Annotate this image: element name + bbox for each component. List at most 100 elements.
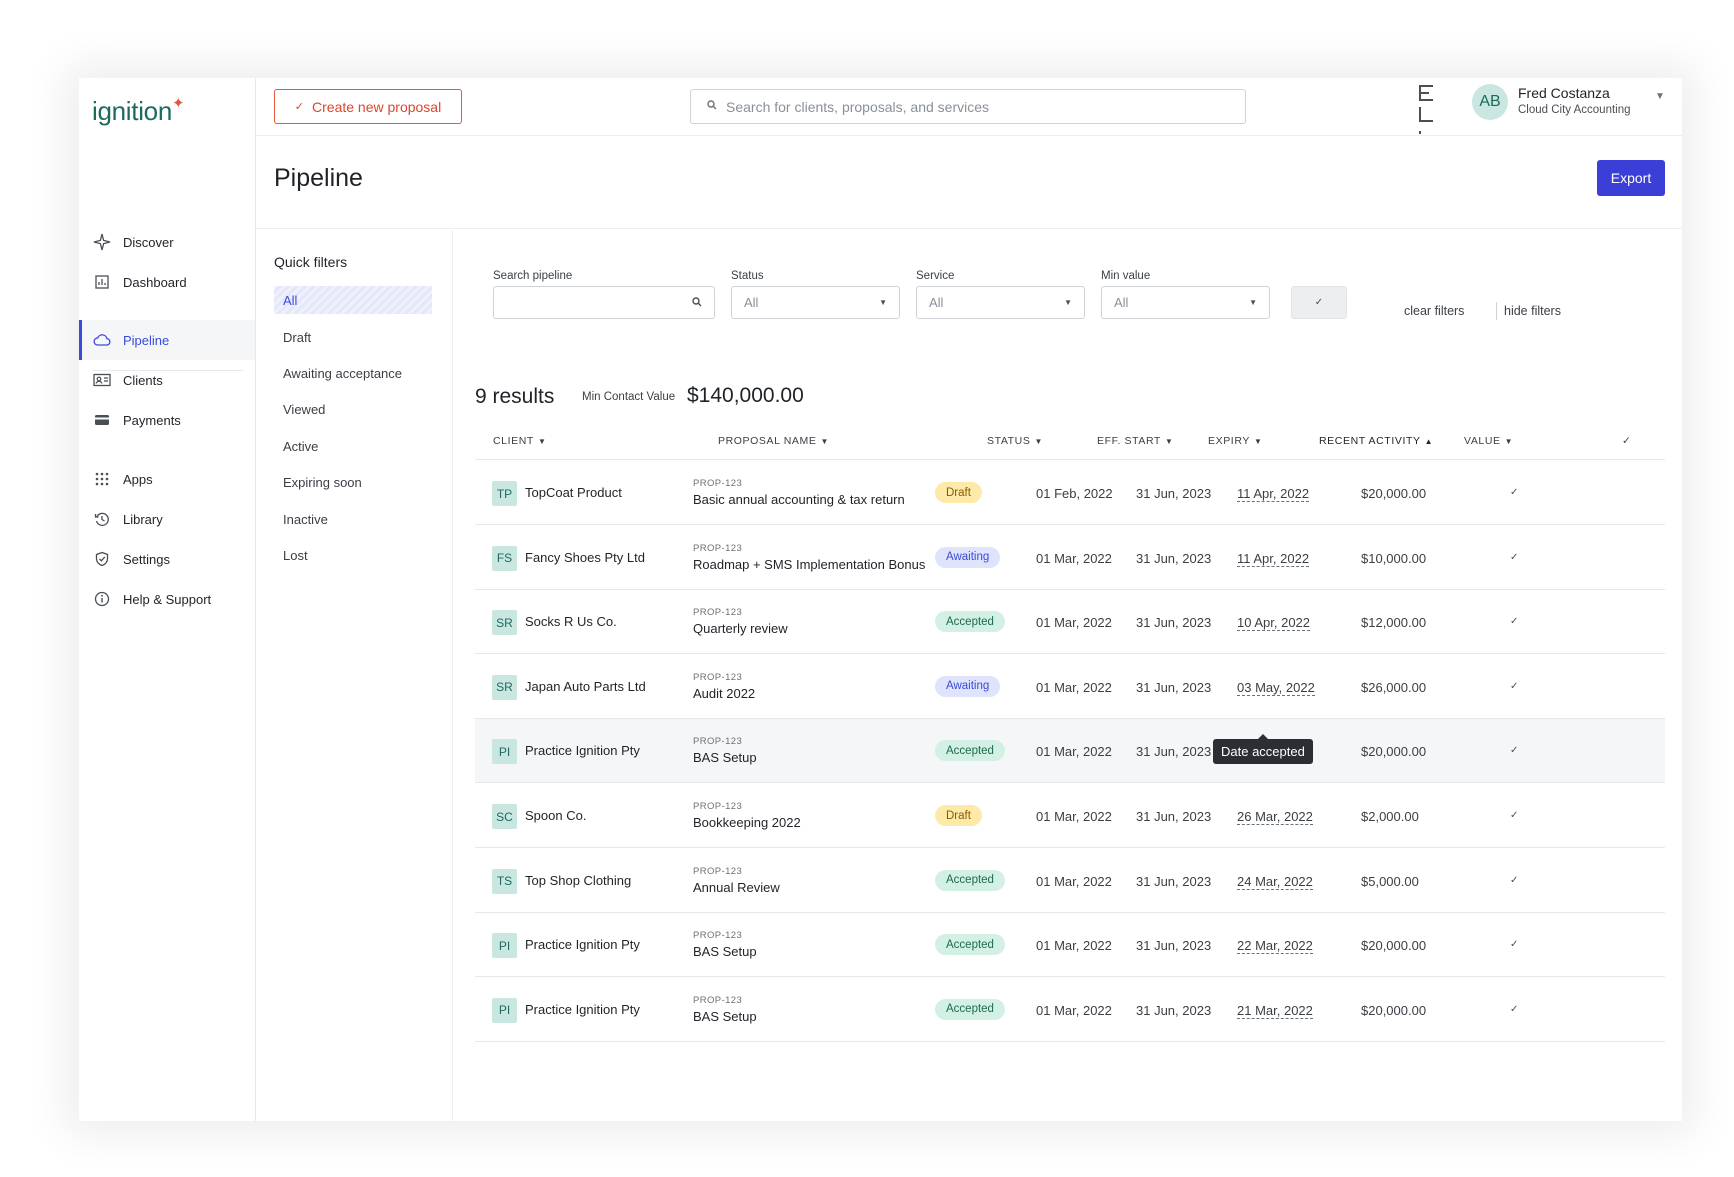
create-proposal-button[interactable]: ✓ Create new proposal (274, 89, 462, 124)
sidebar-item-pipeline[interactable]: Pipeline (79, 320, 255, 360)
client-initials-avatar: TS (492, 868, 517, 894)
proposal-name[interactable]: Basic annual accounting & tax return (693, 492, 905, 507)
quick-filter-expiring[interactable]: Expiring soon (274, 468, 432, 496)
sidebar-item-payments[interactable]: Payments (79, 400, 255, 440)
service-filter-select[interactable]: All ▼ (916, 286, 1085, 319)
row-check-icon[interactable]: ✓ (1510, 681, 1518, 692)
proposal-name[interactable]: BAS Setup (693, 1009, 757, 1024)
quick-filter-lost[interactable]: Lost (274, 541, 432, 569)
pipeline-main: Search pipeline Status All ▼ Service All… (454, 230, 1682, 1121)
table-row[interactable]: PI Practice Ignition Pty PROP-123 BAS Setup… (475, 913, 1665, 978)
proposal-name[interactable]: Bookkeeping 2022 (693, 815, 801, 830)
quick-filters-title: Quick filters (274, 254, 348, 270)
sidebar-item-dashboard[interactable]: Dashboard (79, 262, 255, 302)
proposal-name[interactable]: Annual Review (693, 880, 780, 895)
quick-filter-draft[interactable]: Draft (274, 323, 432, 351)
info-icon (93, 590, 111, 608)
row-check-icon[interactable]: ✓ (1510, 1004, 1518, 1015)
column-expiry[interactable]: EXPIRY ▼ (1208, 435, 1262, 447)
chevron-down-icon: ▼ (1504, 437, 1514, 446)
row-check-icon[interactable]: ✓ (1510, 939, 1518, 950)
column-client[interactable]: CLIENT ▼ (493, 435, 546, 447)
quick-filter-awaiting[interactable]: Awaiting acceptance (274, 359, 432, 387)
sidebar-item-label: Help & Support (123, 591, 212, 607)
column-value[interactable]: VALUE ▼ (1464, 435, 1513, 447)
proposal-name[interactable]: Roadmap + SMS Implementation Bonus (693, 557, 925, 572)
sidebar-item-label: Clients (123, 372, 163, 388)
client-name[interactable]: Japan Auto Parts Ltd (525, 679, 646, 694)
proposal-name[interactable]: BAS Setup (693, 944, 757, 959)
table-row[interactable]: PI Practice Ignition Pty PROP-123 BAS Setup… (475, 719, 1665, 784)
client-name[interactable]: Practice Ignition Pty (525, 937, 640, 952)
sidebar-item-apps[interactable]: Apps (79, 459, 255, 499)
menu-toggle-icon[interactable] (1419, 83, 1443, 135)
proposal-code: PROP-123 (693, 542, 743, 554)
table-row[interactable]: TS Top Shop Clothing PROP-123 Annual Review… (475, 849, 1665, 913)
column-proposal-name[interactable]: PROPOSAL NAME ▼ (718, 435, 829, 447)
ignition-logo[interactable]: ignition (92, 96, 172, 127)
quick-filter-viewed[interactable]: Viewed (274, 395, 432, 423)
row-check-icon[interactable]: ✓ (1510, 552, 1518, 563)
row-check-icon[interactable]: ✓ (1510, 875, 1518, 886)
client-name[interactable]: Practice Ignition Pty (525, 1002, 640, 1017)
chevron-down-icon[interactable]: ▼ (1655, 91, 1665, 102)
select-all-checkbox[interactable]: ✓ (1622, 435, 1631, 447)
column-status[interactable]: STATUS ▼ (987, 435, 1043, 447)
sidebar-item-discover[interactable]: Discover (79, 222, 255, 262)
shield-icon (93, 550, 111, 568)
global-search-input[interactable] (726, 98, 1226, 115)
client-name[interactable]: Top Shop Clothing (525, 873, 631, 888)
proposal-name[interactable]: Audit 2022 (693, 686, 755, 701)
min-value-filter-select[interactable]: All ▼ (1101, 286, 1270, 319)
recent-activity-date[interactable]: 26 Mar, 2022 (1237, 809, 1313, 825)
table-row[interactable]: PI Practice Ignition Pty PROP-123 BAS Setup… (475, 978, 1665, 1042)
row-check-icon[interactable]: ✓ (1510, 487, 1518, 498)
global-search[interactable] (690, 89, 1246, 124)
avatar[interactable]: AB (1472, 84, 1508, 120)
sidebar-item-clients[interactable]: Clients (79, 360, 255, 400)
top-bar: ✓ Create new proposal AB Fred Costanza C… (256, 78, 1682, 136)
proposal-name[interactable]: Quarterly review (693, 621, 788, 636)
quick-filter-all[interactable]: All (274, 286, 432, 314)
clear-filters-link[interactable]: clear filters (1404, 304, 1464, 318)
recent-activity-date[interactable]: 11 Apr, 2022 (1237, 551, 1310, 567)
hide-filters-link[interactable]: hide filters (1504, 304, 1561, 318)
search-pipeline-input[interactable] (493, 286, 715, 319)
table-row[interactable]: TP TopCoat Product PROP-123 Basic annual ac… (475, 461, 1665, 525)
row-check-icon[interactable]: ✓ (1510, 810, 1518, 821)
sidebar-item-settings[interactable]: Settings (79, 539, 255, 579)
sidebar-item-library[interactable]: Library (79, 499, 255, 539)
row-check-icon[interactable]: ✓ (1510, 616, 1518, 627)
proposal-name[interactable]: BAS Setup (693, 750, 757, 765)
recent-activity-date[interactable]: 03 May, 2022 (1237, 680, 1315, 696)
status-filter-select[interactable]: All ▼ (731, 286, 900, 319)
table-row[interactable]: SC Spoon Co. PROP-123 Bookkeeping 2022 Draft… (475, 784, 1665, 848)
min-value-filter-value: All (1114, 295, 1129, 310)
recent-activity-date[interactable]: 24 Mar, 2022 (1237, 874, 1313, 890)
apply-filters-button[interactable]: ✓ (1291, 286, 1347, 319)
column-recent-activity[interactable]: RECENT ACTIVITY ▲ (1319, 435, 1433, 447)
table-row[interactable]: SR Japan Auto Parts Ltd PROP-123 Audit 2022… (475, 655, 1665, 719)
eff-start-date: 01 Mar, 2022 (1036, 1002, 1112, 1018)
client-name[interactable]: Practice Ignition Pty (525, 743, 640, 758)
client-name[interactable]: Fancy Shoes Pty Ltd (525, 550, 645, 565)
search-icon (692, 295, 702, 310)
eff-start-date: 01 Mar, 2022 (1036, 873, 1112, 889)
client-name[interactable]: Spoon Co. (525, 808, 586, 823)
sidebar-item-help-support[interactable]: Help & Support (79, 579, 255, 619)
table-row[interactable]: FS Fancy Shoes Pty Ltd PROP-123 Roadmap + S… (475, 526, 1665, 590)
table-row[interactable]: SR Socks R Us Co. PROP-123 Quarterly review… (475, 590, 1665, 655)
proposal-code: PROP-123 (693, 930, 743, 942)
recent-activity-date[interactable]: 22 Mar, 2022 (1237, 938, 1313, 955)
export-button[interactable]: Export (1597, 160, 1665, 196)
recent-activity-date[interactable]: 11 Apr, 2022 (1237, 486, 1310, 502)
quick-filter-inactive[interactable]: Inactive (274, 505, 432, 533)
client-name[interactable]: Socks R Us Co. (525, 614, 617, 629)
recent-activity-date[interactable]: 21 Mar, 2022 (1237, 1003, 1313, 1019)
client-name[interactable]: TopCoat Product (525, 485, 622, 500)
recent-activity-date[interactable]: 10 Apr, 2022 (1237, 615, 1311, 632)
proposal-code: PROP-123 (693, 671, 743, 683)
quick-filter-active[interactable]: Active (274, 432, 432, 460)
row-check-icon[interactable]: ✓ (1510, 745, 1518, 756)
column-eff-start[interactable]: EFF. START ▼ (1097, 435, 1173, 447)
